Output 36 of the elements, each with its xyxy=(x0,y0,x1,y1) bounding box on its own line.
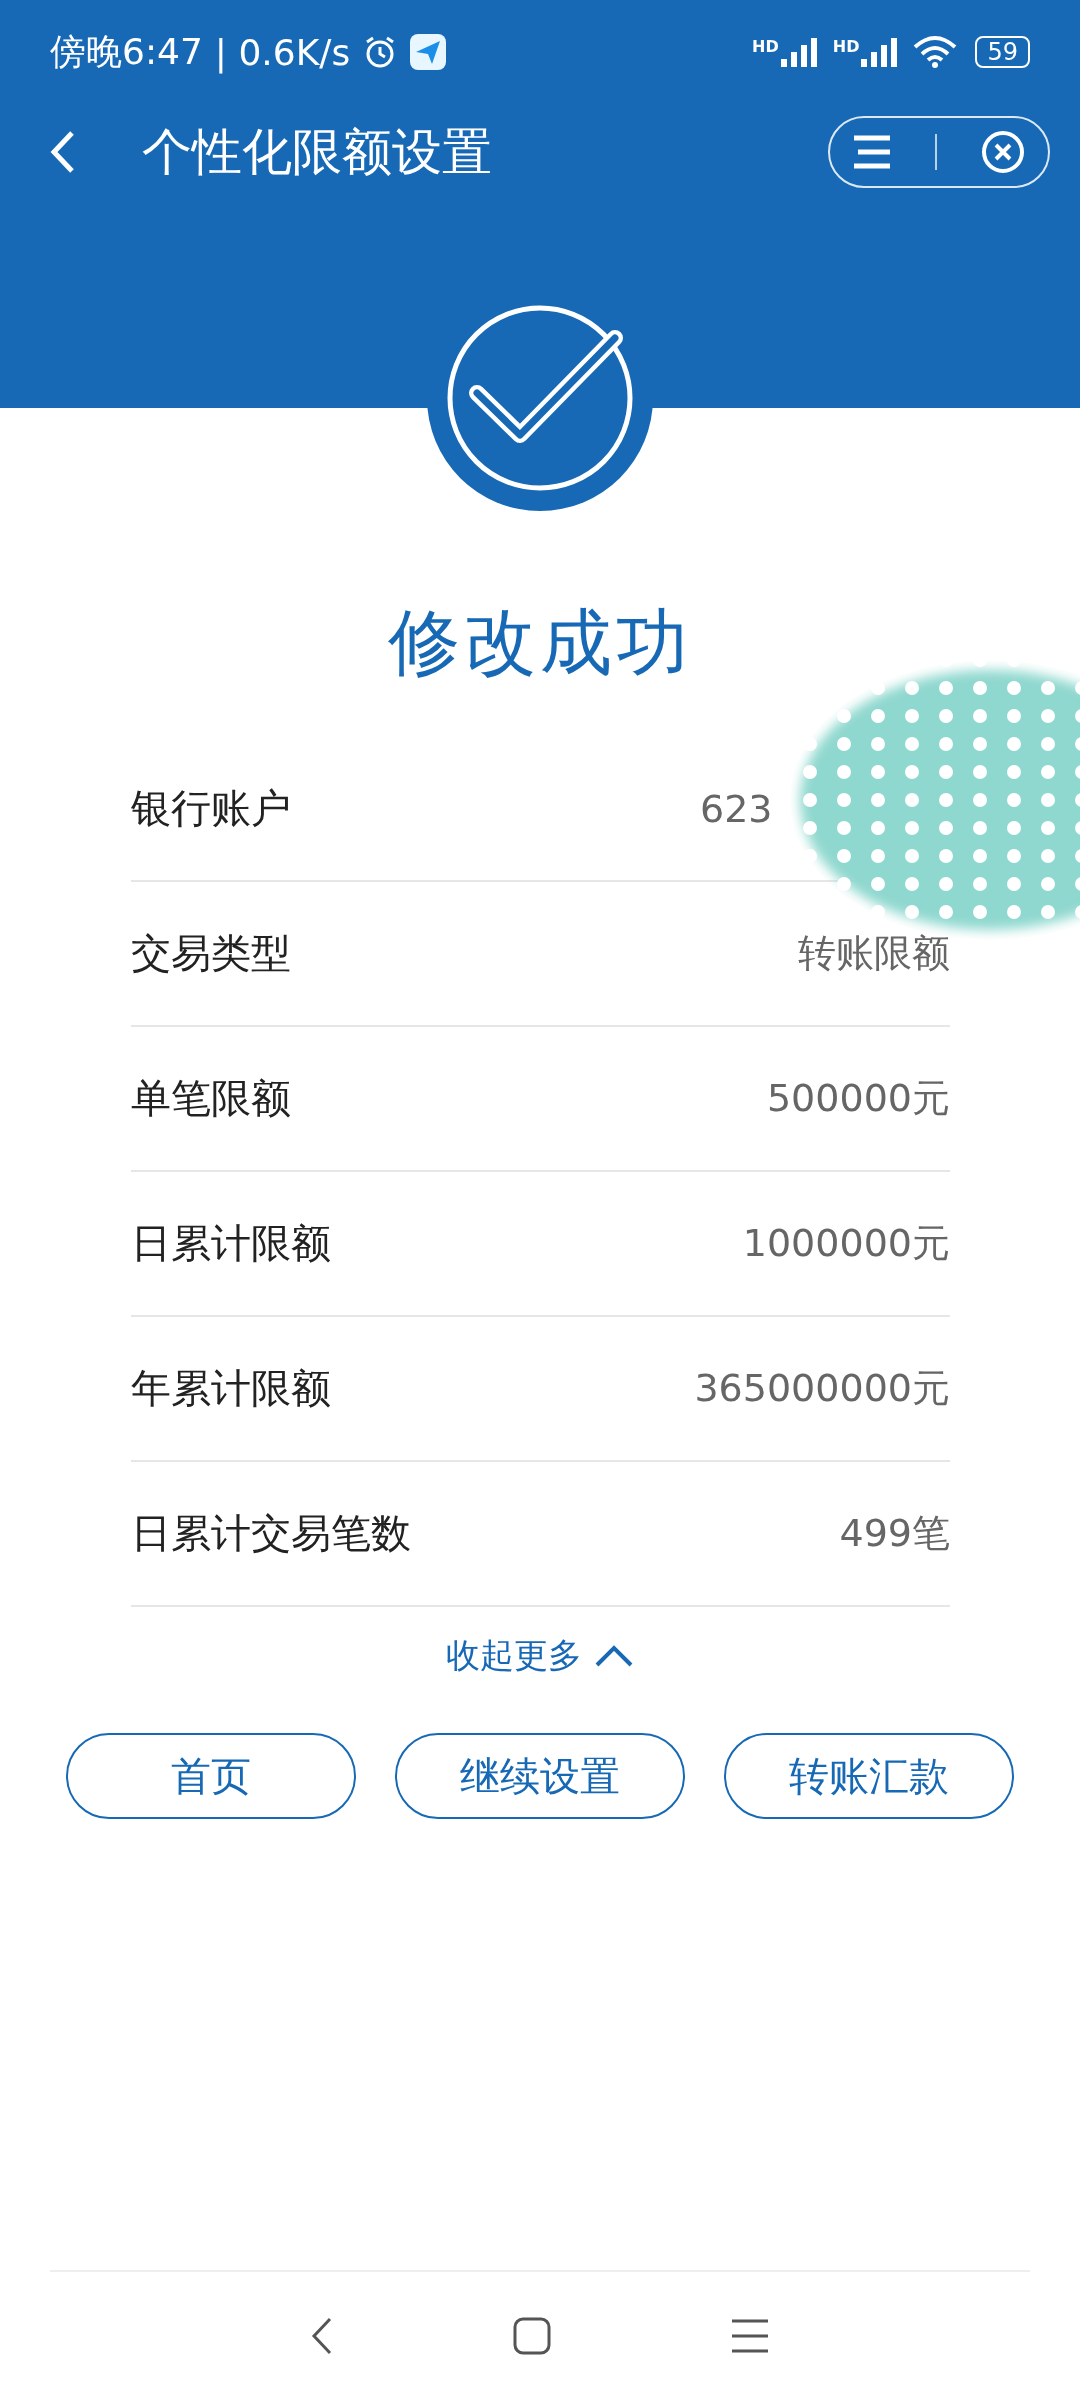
detail-value: 1000000元 xyxy=(742,1220,950,1267)
nav-home-button[interactable] xyxy=(513,2317,551,2355)
battery-indicator: 59 xyxy=(975,36,1030,68)
menu-icon xyxy=(851,135,892,169)
nav-back-button[interactable] xyxy=(309,2316,334,2356)
success-title: 修改成功 xyxy=(387,599,693,686)
detail-label: 年累计限额 xyxy=(131,1364,331,1413)
detail-label: 银行账户 xyxy=(131,784,291,833)
close-icon xyxy=(980,129,1027,175)
detail-value: 365000000元 xyxy=(694,1365,950,1412)
detail-label: 日累计交易笔数 xyxy=(131,1509,411,1558)
detail-label: 交易类型 xyxy=(131,929,291,978)
menu-button[interactable] xyxy=(851,135,892,169)
collapse-link[interactable]: 收起更多 xyxy=(442,1629,638,1683)
action-button[interactable]: 转账汇款 xyxy=(724,1733,1014,1819)
close-button[interactable] xyxy=(980,129,1027,175)
detail-value: 623 xyxy=(700,786,773,831)
app-notification-icon xyxy=(410,34,447,70)
detail-value: 499笔 xyxy=(839,1510,950,1557)
action-button[interactable]: 首页 xyxy=(66,1733,356,1819)
nav-menu-button[interactable] xyxy=(730,2318,771,2354)
action-button[interactable]: 继续设置 xyxy=(395,1733,685,1819)
home-icon xyxy=(513,2317,551,2355)
back-icon xyxy=(309,2316,334,2356)
chevron-icon xyxy=(594,1644,634,1668)
detail-value: 转账限额 xyxy=(798,930,950,977)
network-speed: | 0.6K/s xyxy=(214,31,351,73)
hd-label: HD xyxy=(752,37,779,56)
status-time: 傍晚6:47 xyxy=(50,29,203,74)
page-title: 个性化限额设置 xyxy=(142,121,493,183)
hd-label: HD xyxy=(832,37,860,56)
wifi-icon xyxy=(913,35,958,69)
detail-value: 500000元 xyxy=(766,1075,950,1122)
detail-label: 单笔限额 xyxy=(131,1074,291,1123)
menu-icon xyxy=(730,2318,771,2354)
detail-label: 日累计限额 xyxy=(131,1219,331,1268)
